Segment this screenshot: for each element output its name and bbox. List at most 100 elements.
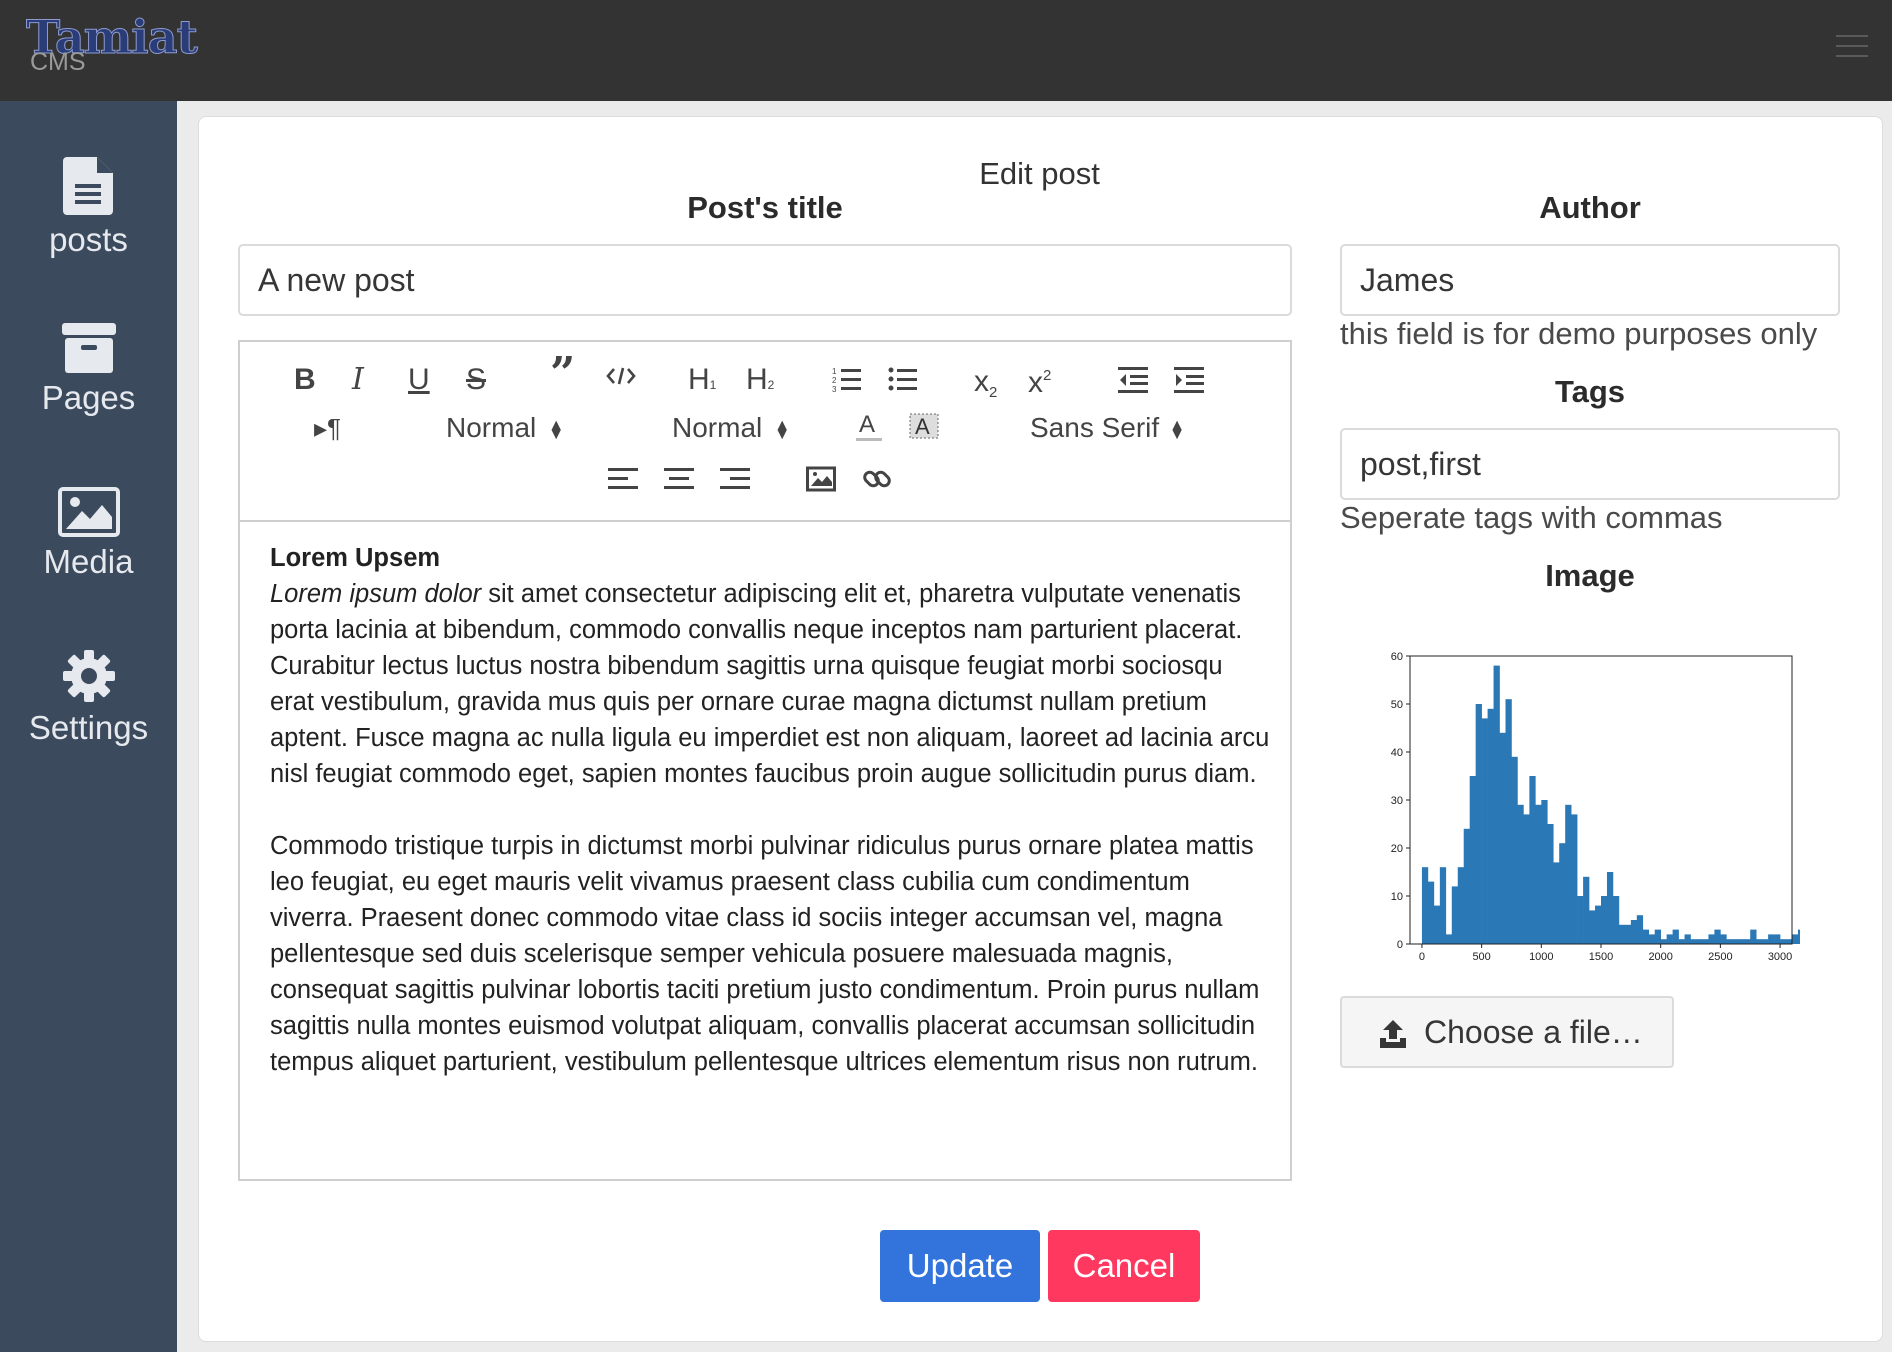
histogram-bar	[1445, 934, 1453, 944]
histogram-bar	[1439, 867, 1447, 944]
code-block-button[interactable]	[606, 364, 636, 388]
histogram-bar	[1624, 924, 1632, 944]
histogram-bar	[1797, 929, 1800, 944]
histogram-bar	[1606, 872, 1614, 944]
align-center-button[interactable]	[664, 466, 694, 492]
y-tick-label: 60	[1391, 651, 1403, 663]
outdent-button[interactable]	[1118, 366, 1148, 394]
sidebar-item-posts[interactable]: posts	[0, 157, 177, 259]
histogram-bar	[1648, 934, 1656, 944]
editor-paragraph-1: Lorem ipsum dolor sit amet consectetur a…	[270, 576, 1270, 792]
size-select[interactable]: Normal ▲ ▼	[672, 410, 790, 446]
strike-button[interactable]: S	[466, 362, 486, 398]
editor-content[interactable]: Lorem Upsem Lorem ipsum dolor sit amet c…	[270, 540, 1270, 1080]
histogram-bar	[1541, 800, 1548, 944]
histogram-bar	[1666, 934, 1673, 944]
italic-button[interactable]: I	[352, 362, 364, 398]
ordered-list-button[interactable]: 123	[832, 366, 862, 394]
histogram-bar	[1738, 939, 1745, 944]
outdent-icon	[1118, 367, 1148, 393]
menu-icon[interactable]	[1836, 35, 1868, 61]
histogram-bar	[1768, 934, 1775, 944]
sidebar-item-media[interactable]: Media	[0, 487, 177, 581]
font-select-value: Sans Serif	[1030, 412, 1160, 443]
x-tick-label: 500	[1472, 951, 1490, 963]
document-icon	[62, 157, 113, 215]
insert-image-button[interactable]	[806, 466, 836, 492]
header-2-button[interactable]: H2	[746, 362, 774, 403]
align-left-button[interactable]	[608, 466, 638, 492]
sidebar-item-pages[interactable]: Pages	[0, 323, 177, 417]
histogram-bar	[1696, 939, 1703, 944]
text-direction-button[interactable]: ▸¶	[314, 410, 341, 446]
histogram-bar	[1618, 924, 1626, 944]
y-tick-label: 40	[1391, 747, 1403, 759]
histogram-bar	[1762, 939, 1769, 944]
update-button[interactable]: Update	[880, 1230, 1040, 1302]
histogram-bar	[1547, 824, 1554, 944]
bold-button[interactable]: B	[294, 362, 316, 398]
sidebar-item-settings[interactable]: Settings	[0, 649, 177, 747]
align-right-button[interactable]	[720, 466, 750, 492]
histogram-bar	[1583, 876, 1590, 944]
histogram-bar	[1571, 814, 1578, 944]
superscript-button[interactable]: x2	[1028, 358, 1051, 401]
code-icon	[606, 367, 636, 385]
histogram-bar	[1636, 915, 1644, 944]
sidebar-item-label: Media	[43, 543, 134, 580]
header-select[interactable]: Normal ▲ ▼	[446, 410, 564, 446]
histogram-bar	[1642, 929, 1650, 944]
x-tick-label: 1500	[1589, 951, 1613, 963]
histogram-bar	[1433, 905, 1441, 944]
histogram-bar	[1481, 718, 1488, 944]
histogram-bar	[1690, 939, 1697, 944]
histogram-bar	[1577, 896, 1584, 944]
sidebar: posts Pages Media Settings	[0, 101, 177, 1352]
histogram-bar	[1672, 929, 1679, 944]
histogram-bar	[1792, 934, 1799, 944]
subscript-button[interactable]: x2	[974, 364, 997, 411]
image-icon	[806, 466, 836, 492]
blockquote-button[interactable]: ”	[550, 352, 575, 396]
histogram-bar	[1535, 804, 1542, 944]
histogram-bar	[1553, 862, 1560, 944]
choose-file-button[interactable]: Choose a file…	[1340, 996, 1674, 1068]
histogram-bar	[1630, 920, 1638, 944]
bullet-list-button[interactable]	[888, 366, 918, 394]
histogram-bar	[1565, 804, 1572, 944]
align-left-icon	[608, 468, 638, 489]
y-tick-label: 0	[1397, 939, 1403, 951]
histogram-bar	[1421, 867, 1429, 944]
font-select[interactable]: Sans Serif ▲ ▼	[1030, 410, 1185, 446]
histogram-bar	[1660, 939, 1667, 944]
header-1-button[interactable]: H1	[688, 362, 716, 403]
align-center-icon	[664, 468, 694, 489]
author-label: Author	[1539, 190, 1641, 225]
histogram-bar	[1732, 939, 1739, 944]
author-input[interactable]	[1340, 244, 1840, 316]
cancel-button[interactable]: Cancel	[1048, 1230, 1200, 1302]
paragraph-text: sit amet consectetur adipiscing elit et,…	[270, 580, 1270, 788]
y-tick-label: 10	[1391, 891, 1403, 903]
tags-label: Tags	[1554, 374, 1626, 409]
archive-icon	[61, 323, 116, 373]
background-color-button[interactable]: A	[908, 410, 940, 442]
title-input[interactable]	[238, 244, 1292, 316]
x-tick-label: 3000	[1768, 951, 1792, 963]
svg-text:A: A	[859, 411, 875, 438]
sidebar-item-label: Settings	[28, 709, 149, 746]
bullet-list-icon	[888, 367, 917, 391]
indent-button[interactable]	[1174, 366, 1204, 394]
logo[interactable]: Tamiat CMS	[26, 14, 199, 75]
histogram-bar	[1511, 756, 1518, 944]
histogram-bar	[1595, 905, 1602, 944]
size-select-value: Normal	[672, 412, 763, 443]
underline-button[interactable]: U	[408, 362, 430, 398]
font-color-button[interactable]: A	[854, 410, 884, 444]
insert-link-button[interactable]	[862, 464, 892, 494]
tags-input[interactable]	[1340, 428, 1840, 500]
ordered-list-icon: 123	[832, 367, 861, 394]
histogram-bar	[1684, 934, 1691, 944]
histogram-bar	[1463, 828, 1470, 944]
svg-text:A: A	[915, 414, 930, 439]
